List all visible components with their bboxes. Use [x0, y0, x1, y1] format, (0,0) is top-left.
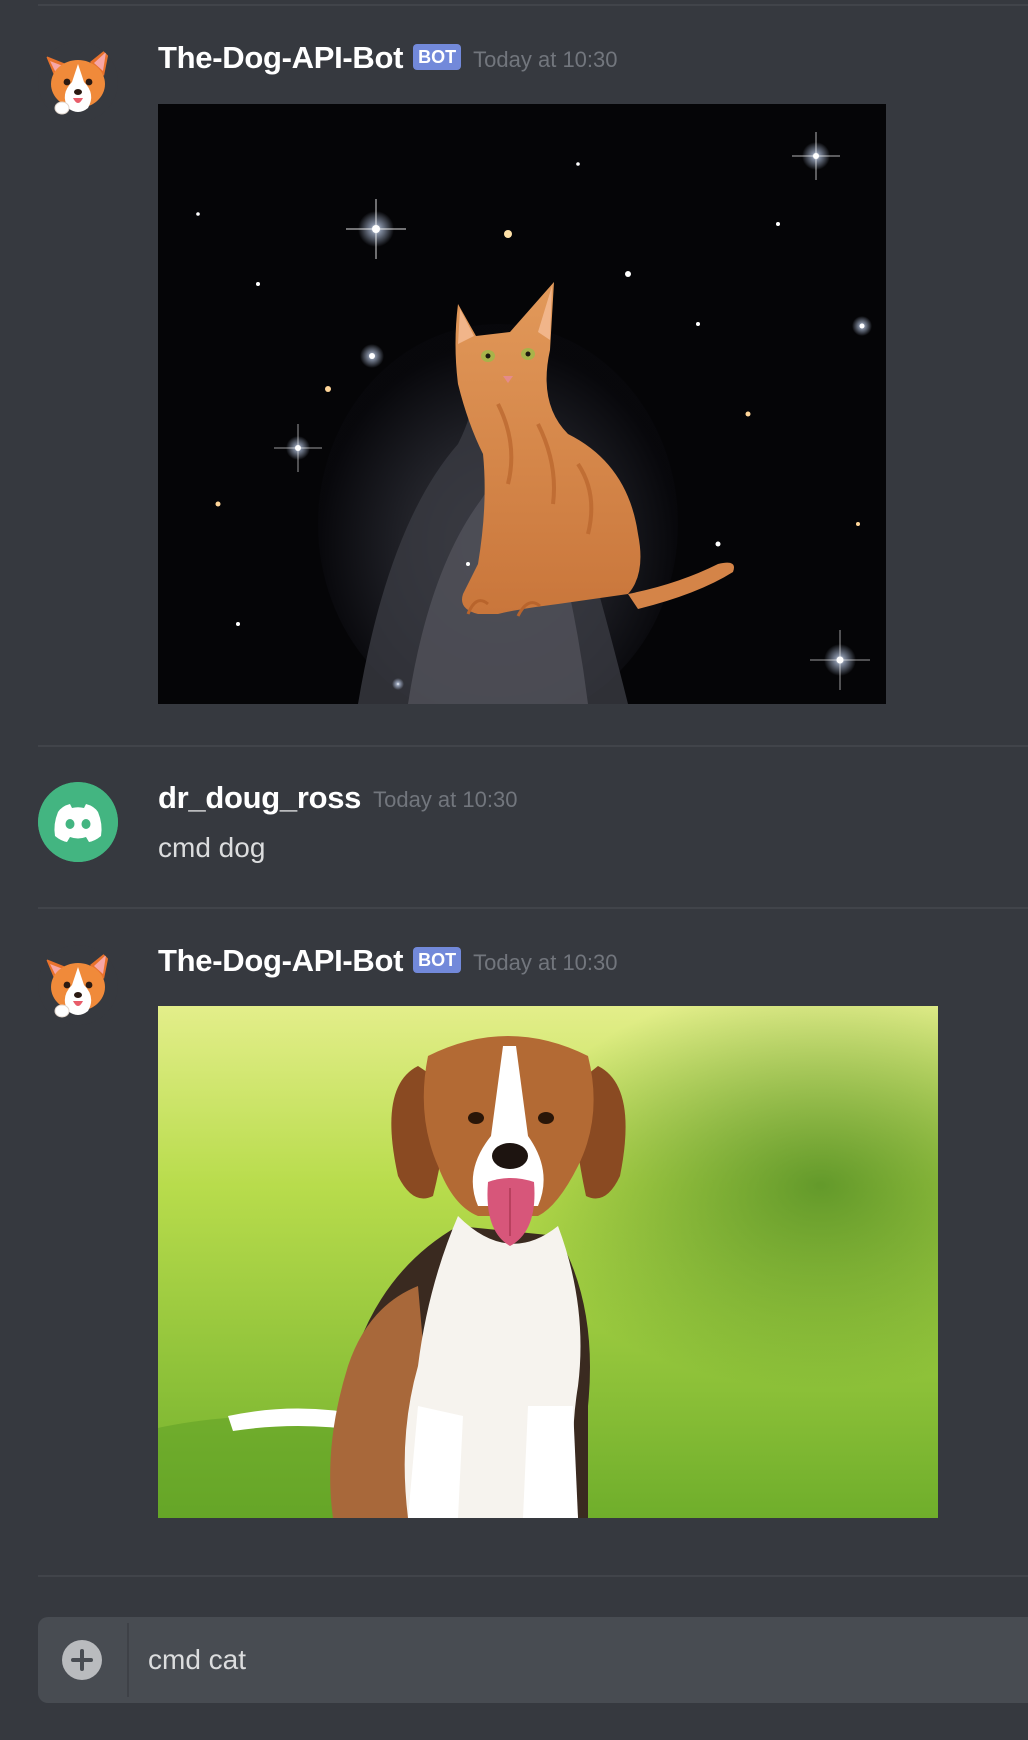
timestamp[interactable]: Today at 10:30: [473, 47, 617, 73]
cat-in-space-image: [158, 104, 886, 704]
avatar[interactable]: [38, 782, 118, 862]
image-attachment[interactable]: [158, 1006, 938, 1518]
avatar[interactable]: [38, 42, 118, 122]
timestamp[interactable]: Today at 10:30: [473, 950, 617, 976]
corgi-avatar-icon: [38, 42, 118, 122]
chat-messages: The-Dog-API-Bot BOT Today at 10:30 dr_do…: [0, 0, 1028, 1740]
message-header: The-Dog-API-Bot BOT Today at 10:30: [158, 943, 618, 979]
timestamp[interactable]: Today at 10:30: [373, 787, 517, 813]
image-attachment[interactable]: [158, 104, 886, 704]
username[interactable]: The-Dog-API-Bot: [158, 40, 403, 76]
discord-default-avatar-icon: [38, 782, 118, 862]
avatar[interactable]: [38, 945, 118, 1025]
message-input[interactable]: [148, 1617, 1028, 1703]
composer-separator: [127, 1623, 129, 1697]
message-content: cmd dog: [158, 832, 266, 863]
username[interactable]: dr_doug_ross: [158, 780, 361, 816]
plus-circle-icon[interactable]: [62, 1640, 102, 1680]
bot-tag: BOT: [413, 947, 462, 973]
message-composer: [38, 1617, 1028, 1703]
message-divider: [38, 4, 1028, 6]
message-divider: [38, 745, 1028, 747]
message-divider: [38, 907, 1028, 909]
message-header: The-Dog-API-Bot BOT Today at 10:30: [158, 40, 618, 76]
bot-tag: BOT: [413, 44, 462, 70]
beagle-on-grass-image: [158, 1006, 938, 1518]
message-divider: [38, 1575, 1028, 1577]
message-header: dr_doug_ross Today at 10:30: [158, 780, 517, 816]
username[interactable]: The-Dog-API-Bot: [158, 943, 403, 979]
corgi-avatar-icon: [38, 945, 118, 1025]
